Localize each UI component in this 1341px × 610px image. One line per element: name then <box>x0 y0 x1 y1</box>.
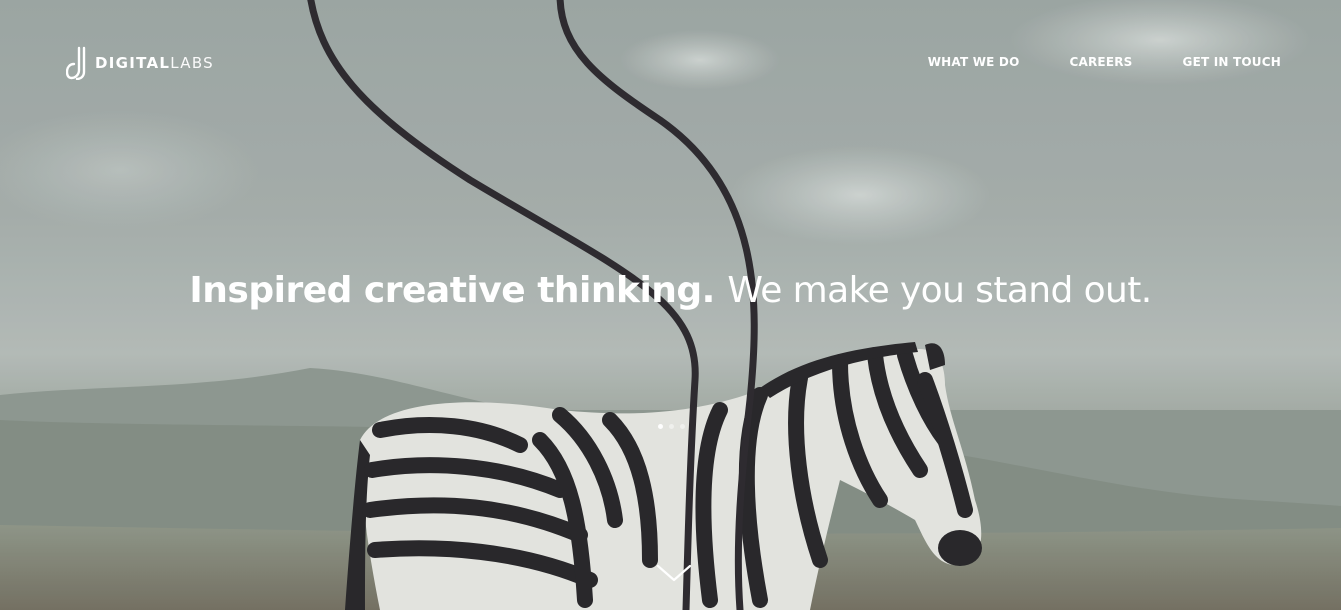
brand-logo[interactable]: DIGITAL LABS <box>66 46 214 80</box>
logo-mark-icon <box>66 46 86 80</box>
nav-item-what-we-do[interactable]: WHAT WE DO <box>928 54 1020 70</box>
chevron-down-icon[interactable] <box>655 560 693 586</box>
hero-headline-strong: Inspired creative thinking. <box>189 270 715 311</box>
slider-dot[interactable] <box>658 424 663 429</box>
nav-item-get-in-touch[interactable]: GET IN TOUCH <box>1183 54 1281 70</box>
nav-item-careers[interactable]: CAREERS <box>1070 54 1133 70</box>
hero-headline: Inspired creative thinking. We make you … <box>0 266 1341 316</box>
site-header: DIGITAL LABS WHAT WE DO CAREERS GET IN T… <box>0 0 1341 120</box>
main-nav: WHAT WE DO CAREERS GET IN TOUCH <box>928 54 1281 70</box>
slider-dot[interactable] <box>680 424 685 429</box>
brand-name-strong: DIGITAL <box>95 54 171 72</box>
slider-dots <box>658 424 685 429</box>
brand-name-light: LABS <box>170 54 214 72</box>
slider-dot[interactable] <box>669 424 674 429</box>
hero-section: DIGITAL LABS WHAT WE DO CAREERS GET IN T… <box>0 0 1341 610</box>
hero-headline-light: We make you stand out. <box>727 270 1152 311</box>
